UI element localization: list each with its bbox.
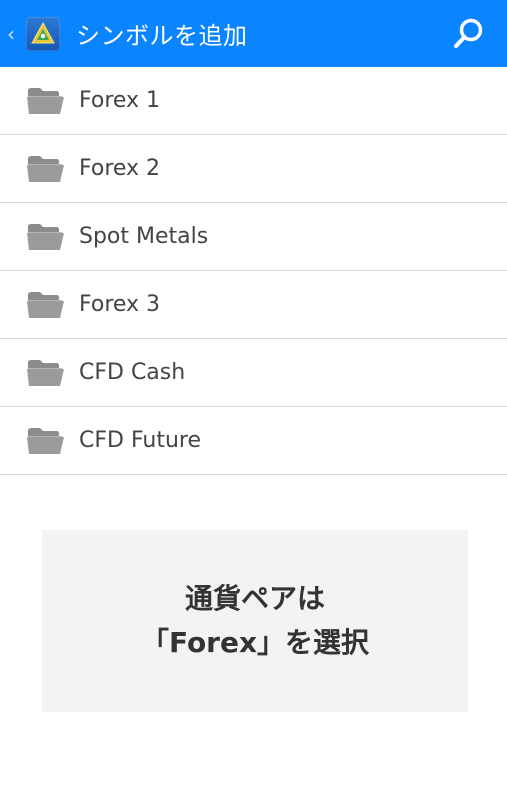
folder-icon (27, 291, 64, 318)
list-item-cfd-future[interactable]: CFD Future (0, 407, 507, 475)
list-item-forex-3[interactable]: Forex 3 (0, 271, 507, 339)
back-button[interactable]: ‹ (2, 0, 20, 67)
list-item-label: CFD Future (79, 428, 202, 453)
list-item-label: Forex 1 (79, 88, 161, 113)
page-title: シンボルを追加 (76, 22, 248, 50)
folder-icon (27, 427, 64, 454)
list-item-label: CFD Cash (79, 360, 186, 385)
list-item-label: Spot Metals (79, 224, 209, 249)
app-bar: ‹ シンボルを追加 (0, 0, 507, 67)
list-item-label: Forex 3 (79, 292, 161, 317)
folder-icon (27, 87, 64, 114)
search-button[interactable] (451, 16, 487, 52)
list-item-forex-1[interactable]: Forex 1 (0, 67, 507, 135)
list-item-cfd-cash[interactable]: CFD Cash (0, 339, 507, 407)
instruction-callout: 通貨ペアは 「Forex」を選択 (42, 530, 468, 712)
folder-icon (27, 155, 64, 182)
metatrader-logo-icon (31, 21, 55, 43)
list-item-label: Forex 2 (79, 156, 161, 181)
app-screen: ‹ シンボルを追加 Forex 1 Forex 2 Spot Metals Fo… (0, 0, 507, 800)
metatrader-app-icon[interactable] (26, 16, 60, 51)
instruction-line-2: 「Forex」を選択 (140, 626, 370, 659)
instruction-line-1: 通貨ペアは (184, 582, 325, 615)
list-item-spot-metals[interactable]: Spot Metals (0, 203, 507, 271)
folder-icon (27, 223, 64, 250)
chevron-left-icon: ‹ (7, 21, 15, 46)
list-item-forex-2[interactable]: Forex 2 (0, 135, 507, 203)
search-icon (454, 18, 483, 48)
folder-icon (27, 359, 64, 386)
symbol-group-list: Forex 1 Forex 2 Spot Metals Forex 3 CFD … (0, 67, 507, 475)
